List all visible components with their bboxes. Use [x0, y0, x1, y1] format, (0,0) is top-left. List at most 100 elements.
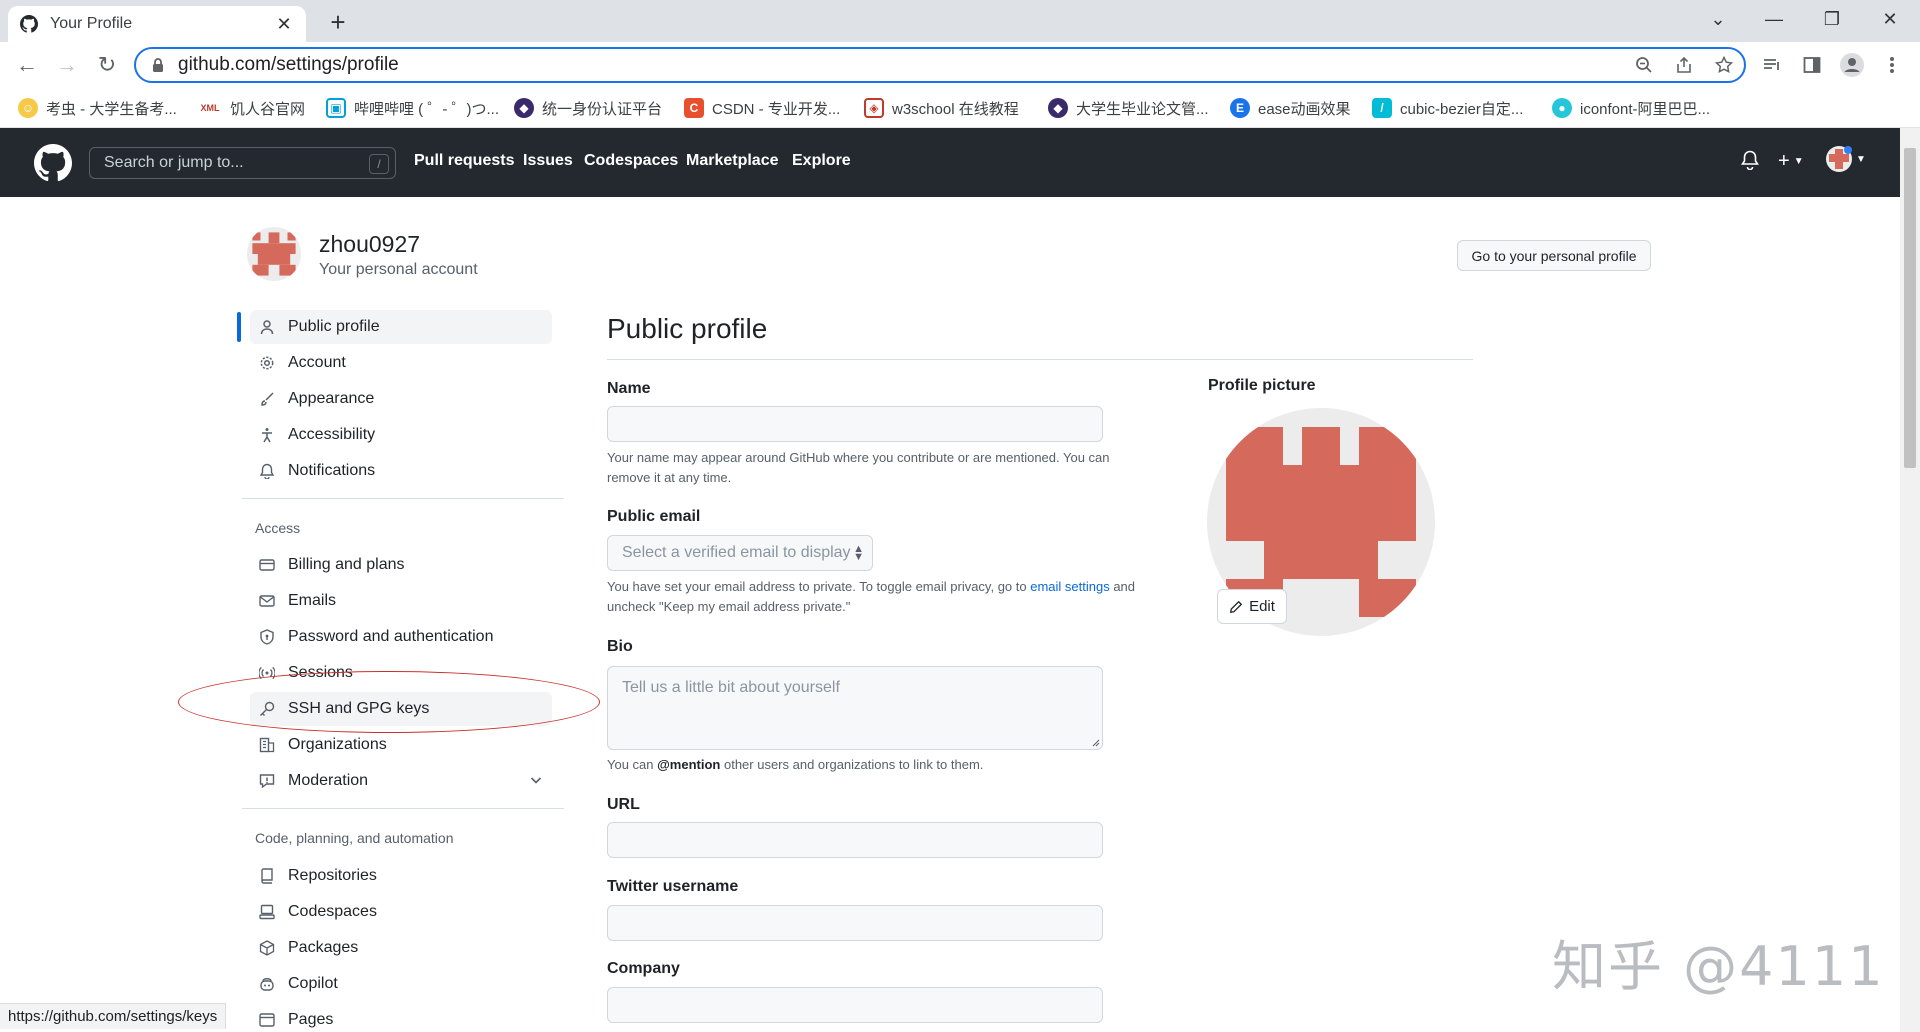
bookmark-item[interactable]: / cubic-bezier自定... — [1372, 96, 1523, 120]
sidebar-item-appearance[interactable]: Appearance — [250, 382, 552, 416]
sidebar-item-packages[interactable]: Packages — [250, 931, 552, 965]
zoom-icon[interactable] — [1624, 50, 1664, 80]
forward-arrow-icon[interactable]: → — [52, 50, 82, 80]
tab-search-chevron-icon[interactable]: ⌄ — [1690, 0, 1746, 38]
w3school-icon: ◈ — [864, 98, 884, 118]
reading-list-icon[interactable] — [1756, 50, 1788, 80]
bookmark-item[interactable]: XML 饥人谷官网 — [198, 96, 306, 120]
browser-profile-icon[interactable] — [1836, 50, 1868, 80]
bookmark-item[interactable]: ◆ 大学生毕业论文管... — [1048, 96, 1209, 120]
nav-issues[interactable]: Issues — [523, 152, 573, 170]
edit-picture-button[interactable]: Edit — [1217, 589, 1287, 624]
bookmark-item[interactable]: ◈ w3school 在线教程 — [864, 96, 1019, 120]
user-avatar-menu[interactable]: ▼ — [1826, 146, 1866, 172]
name-input[interactable] — [607, 406, 1103, 442]
public-email-select[interactable]: Select a verified email to display ▲ ▼ — [607, 535, 873, 571]
company-input[interactable] — [607, 987, 1103, 1023]
search-shortcut-badge: / — [369, 154, 389, 174]
create-new-plus-icon[interactable]: + ▼ — [1778, 150, 1804, 173]
organization-icon — [258, 736, 276, 754]
annotation-ellipse — [178, 671, 600, 733]
twitter-input[interactable] — [607, 905, 1103, 941]
url-text: github.com/settings/profile — [178, 54, 399, 75]
resize-grip-icon[interactable] — [1090, 737, 1100, 747]
bookmark-item[interactable]: ● iconfont-阿里巴巴... — [1552, 96, 1710, 120]
sidebar-item-notifications[interactable]: Notifications — [250, 454, 552, 488]
address-bar[interactable]: github.com/settings/profile — [134, 47, 1746, 83]
share-icon[interactable] — [1664, 50, 1704, 80]
settings-page: zhou0927 Your personal account Go to you… — [0, 197, 1900, 1032]
copilot-icon — [258, 975, 276, 993]
shield-lock-icon — [258, 628, 276, 646]
profile-picture-label: Profile picture — [1208, 377, 1316, 394]
thesis-icon: ◆ — [1048, 98, 1068, 118]
bookmark-star-icon[interactable] — [1704, 50, 1744, 80]
chevron-down-icon[interactable] — [528, 772, 544, 788]
window-close-button[interactable]: ✕ — [1862, 0, 1918, 38]
restore-button[interactable]: ❐ — [1804, 0, 1860, 38]
back-arrow-icon[interactable]: ← — [12, 50, 42, 80]
sidebar-item-accessibility[interactable]: Accessibility — [250, 418, 552, 452]
url-input[interactable] — [607, 822, 1103, 858]
sidebar-item-billing[interactable]: Billing and plans — [250, 548, 552, 582]
email-note: You have set your email address to priva… — [607, 579, 1136, 614]
bell-icon — [258, 462, 276, 480]
sidebar-item-organizations[interactable]: Organizations — [250, 728, 552, 762]
bookmark-item[interactable]: C CSDN - 专业开发... — [684, 96, 840, 120]
account-username: zhou0927 — [319, 231, 421, 257]
xml-icon: XML — [200, 103, 220, 113]
browser-menu-icon[interactable] — [1876, 50, 1908, 80]
go-to-profile-button[interactable]: Go to your personal profile — [1457, 240, 1651, 271]
bio-label: Bio — [607, 638, 633, 655]
sidebar-item-emails[interactable]: Emails — [250, 584, 552, 618]
side-panel-icon[interactable] — [1796, 50, 1828, 80]
bookmark-item[interactable]: Eease动画效果 — [1230, 96, 1351, 120]
sidebar-item-copilot[interactable]: Copilot — [250, 967, 552, 1001]
github-favicon-icon — [20, 15, 38, 33]
account-subtitle: Your personal account — [319, 261, 478, 278]
company-label: Company — [607, 960, 680, 977]
sidebar-item-pages[interactable]: Pages — [250, 1003, 552, 1032]
kaochong-icon: ☺ — [18, 98, 38, 118]
sidebar-item-moderation[interactable]: Moderation — [250, 764, 552, 798]
account-avatar[interactable] — [247, 227, 301, 281]
csdn-icon: C — [684, 98, 704, 118]
nav-explore[interactable]: Explore — [792, 152, 851, 170]
github-logo-icon[interactable] — [34, 144, 72, 182]
new-tab-button[interactable]: + — [324, 7, 352, 37]
minimize-button[interactable]: — — [1746, 0, 1802, 38]
lock-icon — [153, 58, 163, 72]
page-scrollbar[interactable] — [1900, 128, 1920, 1032]
bookmark-item[interactable]: ◆ 统一身份认证平台 — [514, 96, 662, 120]
email-settings-link[interactable]: email settings — [1030, 579, 1109, 594]
paintbrush-icon — [258, 390, 276, 408]
ease-icon: E — [1230, 98, 1250, 118]
codespaces-icon — [258, 903, 276, 921]
bio-textarea[interactable]: Tell us a little bit about yourself — [607, 666, 1103, 750]
sidebar-item-codespaces[interactable]: Codespaces — [250, 895, 552, 929]
package-icon — [258, 939, 276, 957]
sidebar-item-public-profile[interactable]: Public profile — [250, 310, 552, 344]
sidebar-item-account[interactable]: Account — [250, 346, 552, 380]
sidebar-item-password-auth[interactable]: Password and authentication — [250, 620, 552, 654]
browser-icon — [258, 1011, 276, 1029]
sidebar-item-repositories[interactable]: Repositories — [250, 859, 552, 893]
nav-codespaces[interactable]: Codespaces — [584, 152, 678, 170]
github-search-input[interactable]: Search or jump to... / — [89, 147, 396, 179]
url-label: URL — [607, 796, 640, 813]
university-icon: ◆ — [514, 98, 534, 118]
nav-marketplace[interactable]: Marketplace — [686, 152, 779, 170]
github-header: Search or jump to... / Pull requests Iss… — [0, 128, 1900, 197]
notifications-bell-icon[interactable] — [1741, 150, 1759, 170]
bookmark-item[interactable]: ☺ 考虫 - 大学生备考... — [18, 96, 177, 120]
nav-pull-requests[interactable]: Pull requests — [414, 152, 514, 170]
accessibility-icon — [258, 426, 276, 444]
browser-tab[interactable]: Your Profile ✕ — [8, 6, 306, 42]
bookmark-item[interactable]: ▣ 哔哩哔哩 ( ゜- ゜)つ... — [326, 96, 499, 120]
reload-icon[interactable]: ↻ — [92, 50, 122, 80]
browser-toolbar: ← → ↻ github.com/settings/profile — [0, 42, 1920, 88]
scrollbar-thumb[interactable] — [1904, 148, 1916, 468]
report-icon — [258, 772, 276, 790]
title-divider — [607, 359, 1473, 360]
tab-close-icon[interactable]: ✕ — [274, 14, 294, 34]
